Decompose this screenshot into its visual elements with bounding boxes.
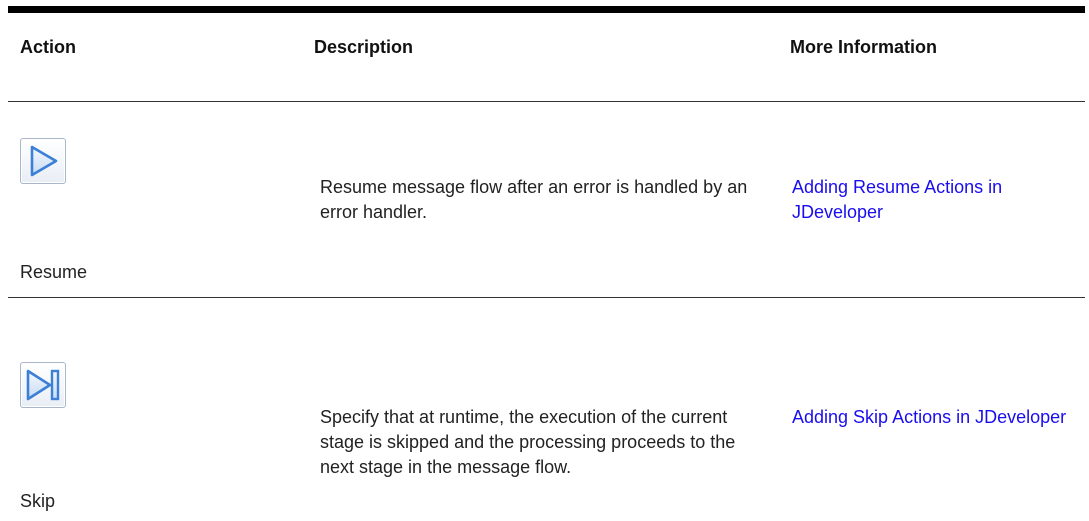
table-row-resume: Resume Resume message flow after an erro…	[8, 102, 1085, 298]
table-row-skip: Skip Specify that at runtime, the execut…	[8, 298, 1085, 521]
header-description: Description	[314, 37, 414, 57]
link-adding-skip-actions[interactable]: Adding Skip Actions in JDeveloper	[792, 405, 1088, 430]
table-header-row: Action Description More Information	[8, 13, 1085, 102]
link-adding-resume-actions[interactable]: Adding Resume Actions in JDeveloper	[792, 175, 1088, 225]
resume-play-icon	[20, 138, 66, 184]
skip-forward-icon	[20, 362, 66, 408]
header-action: Action	[20, 37, 76, 57]
description-resume: Resume message flow after an error is ha…	[320, 177, 748, 222]
header-more-information: More Information	[790, 37, 937, 57]
table-top-rule	[8, 6, 1085, 13]
description-skip: Specify that at runtime, the execution o…	[320, 407, 736, 477]
action-label-resume: Resume	[20, 262, 88, 282]
action-label-skip: Skip	[20, 491, 56, 511]
